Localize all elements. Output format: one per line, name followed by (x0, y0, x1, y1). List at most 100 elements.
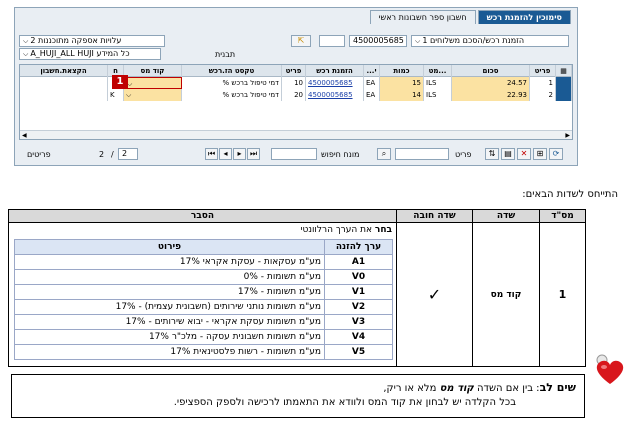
heart-mascot-icon (592, 352, 628, 388)
last-page-icon: ⏭ (250, 149, 258, 158)
delete-icon: ✕ (520, 149, 528, 158)
item-label: פריט (455, 150, 472, 159)
first-page-icon: ⏮ (208, 149, 216, 158)
col-currency[interactable]: מט... (424, 65, 452, 77)
col-po-text[interactable]: טקסט הז.רכש (182, 65, 282, 77)
cell-currency: ILS (424, 77, 452, 89)
cell-account-assign[interactable] (20, 89, 108, 101)
col-po-item[interactable]: פריט (282, 65, 306, 77)
cell-unit: EA (364, 77, 380, 89)
tax-desc: מע"מ תשומות - 0% (14, 269, 325, 285)
find-button[interactable]: ⌕ (377, 148, 391, 160)
note-line-2: בכל הקלדה יש לבחון את קוד המס ולוודא את … (173, 397, 516, 408)
page-separator: / (111, 150, 114, 159)
prev-page-button[interactable]: ◂ (219, 148, 232, 160)
explanation-line: בחר את הערך הרלוונטי (9, 225, 396, 239)
col-tax-code[interactable]: קוד מס (124, 65, 182, 77)
delivery-cost-select[interactable]: 2 עלויות אספקה מתוכננות (19, 35, 165, 47)
cell-h[interactable]: K (108, 89, 124, 101)
chevron-down-icon[interactable]: ⌵ (126, 91, 131, 99)
row-selector[interactable] (556, 77, 572, 89)
scroll-left-icon[interactable]: ◀ (22, 131, 27, 140)
prev-page-icon: ◂ (223, 149, 228, 158)
po-item-field[interactable] (319, 35, 345, 47)
grid-header: הקצאת.חשבון ח קוד מס טקסט הז.רכש פריט הז… (20, 65, 572, 77)
horizontal-scrollbar[interactable]: ◀ ▶ (20, 130, 572, 139)
col-quantity[interactable]: כמות (380, 65, 424, 77)
sort-icon: ⇅ (488, 149, 496, 158)
filter-button[interactable]: ▤ (501, 148, 515, 160)
col-item[interactable]: פריט (530, 65, 556, 77)
fields-table: מס"ד שדה שדה חובה הסבר 1 קוד מס ✓ בחר את… (8, 209, 586, 367)
delete-row-button[interactable]: ✕ (517, 148, 531, 160)
cell-amount[interactable]: 24.57 (452, 77, 530, 89)
note-title: שים לב (539, 381, 576, 394)
col-amount[interactable]: סכום (452, 65, 530, 77)
tax-desc: מע"מ עסקאות - עסקת אקראי 17% (14, 254, 325, 270)
cell-tax-code[interactable]: ⌵ (124, 77, 182, 89)
scroll-right-icon[interactable]: ▶ (565, 131, 570, 140)
col-unit[interactable]: ...י (364, 65, 380, 77)
cell-quantity[interactable]: 14 (380, 89, 424, 101)
header-field: שדה (472, 209, 540, 223)
header-required: שדה חובה (396, 209, 473, 223)
search-term-label: מונח חיפוש (321, 150, 360, 159)
tax-desc: מע"מ תשומות נותני שירותים (חשבונית עצמית… (14, 299, 325, 315)
tax-code: V0 (324, 269, 393, 285)
note-text-a: : בין אם השדה (473, 383, 540, 394)
items-label: פריטים (27, 150, 51, 159)
table-header-row: מס"ד שדה שדה חובה הסבר (8, 209, 586, 223)
explanation-bold: בחר (374, 225, 392, 235)
tax-code: V2 (324, 299, 393, 315)
tax-code: V3 (324, 314, 393, 330)
cell-amount[interactable]: 22.93 (452, 89, 530, 101)
sort-button[interactable]: ⇅ (485, 148, 499, 160)
last-page-button[interactable]: ⏭ (247, 148, 260, 160)
first-page-button[interactable]: ⏮ (205, 148, 218, 160)
filter-icon: ▤ (504, 149, 512, 158)
inner-header-code: ערך להזנה (324, 239, 393, 255)
cell-quantity[interactable]: 15 (380, 77, 424, 89)
table-row: V0 מע"מ תשומות - 0% (14, 269, 393, 285)
tab-po-reference[interactable]: סימוכין להזמנת רכש (477, 10, 571, 24)
header-explanation: הסבר (8, 209, 397, 223)
search-term-field[interactable] (271, 148, 317, 160)
copy-icon: ⇱ (297, 36, 305, 45)
cell-po-item: 20 (282, 89, 306, 101)
template-label: תבנית (215, 50, 236, 59)
cell-po-number[interactable]: 4500005685 (306, 77, 364, 89)
tax-desc: מע"מ תשומות עסקת אקראי - יבוא שירותים - … (14, 314, 325, 330)
po-scope-select[interactable]: 1 הזמנת רכש/הסכם משלוחים (411, 35, 569, 47)
next-page-button[interactable]: ▸ (233, 148, 246, 160)
cell-unit: EA (364, 89, 380, 101)
col-account-assign[interactable]: הקצאת.חשבון (20, 65, 108, 77)
cell-account-assign[interactable] (20, 77, 108, 89)
insert-row-button[interactable]: ⊞ (533, 148, 547, 160)
delivery-cost-value: 2 עלויות אספקה מתוכננות (30, 36, 122, 45)
cell-po-number[interactable]: 4500005685 (306, 89, 364, 101)
po-number-field[interactable]: 4500005685 (349, 35, 407, 47)
tax-code: V5 (324, 344, 393, 360)
table-row[interactable]: ⌵ % דמי טיפול ברכש 10 4500005685 EA 15 I… (20, 77, 572, 89)
cell-po-item: 10 (282, 77, 306, 89)
attention-note: שים לב: בין אם השדה קוד מס מלא או ריק, ב… (11, 374, 585, 418)
table-row[interactable]: K ⌵ % דמי טיפול ברכש 20 4500005685 EA 14… (20, 89, 572, 101)
copy-button[interactable]: ⇱ (291, 35, 311, 47)
table-row: V1 מע"מ תשומות - 17% (14, 284, 393, 300)
table-row: 1 קוד מס ✓ בחר את הערך הרלוונטי ערך להזנ… (8, 222, 586, 367)
tax-codes-table: ערך להזנה פירוט A1 מע"מ עסקאות - עסקת אקר… (14, 239, 393, 360)
grid-settings-icon[interactable]: ▦ (556, 65, 572, 77)
refresh-button[interactable]: ⟳ (549, 148, 563, 160)
refresh-icon: ⟳ (552, 149, 560, 158)
item-search-field[interactable] (395, 148, 449, 160)
template-select[interactable]: A_HUJI_ALL HUJI כל המידע (19, 48, 161, 60)
tab-gl-account[interactable]: חשבון ספר חשבונות ראשי (369, 10, 476, 24)
inner-header-row: ערך להזנה פירוט (14, 239, 393, 255)
cell-tax-code[interactable]: ⌵ (124, 89, 182, 101)
tax-desc: מע"מ תשומות - רשות פלסטינאית 17% (14, 344, 325, 360)
tax-code: V1 (324, 284, 393, 300)
col-po-number[interactable]: הזמנת רכש (306, 65, 364, 77)
row-selector[interactable] (556, 89, 572, 101)
page-current-field[interactable]: 2 (118, 148, 138, 160)
template-value: A_HUJI_ALL HUJI כל המידע (30, 49, 130, 58)
